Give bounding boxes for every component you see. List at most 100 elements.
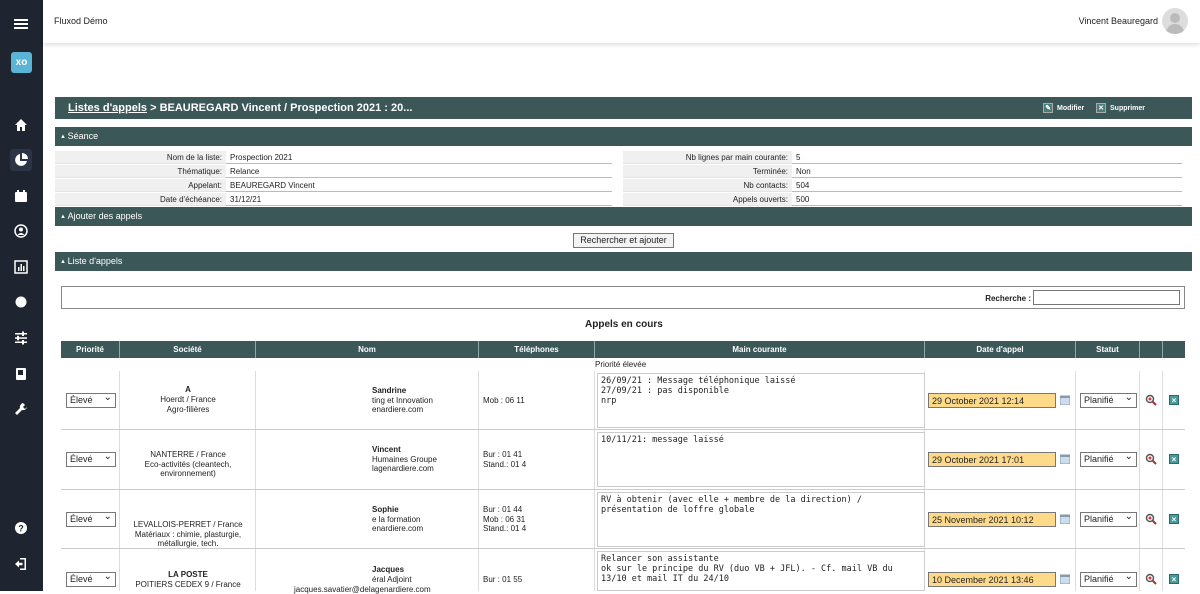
magnifier-icon[interactable] — [1145, 573, 1157, 585]
status-select[interactable]: Planifié — [1080, 451, 1137, 467]
priority-select[interactable]: Élevé — [66, 392, 116, 408]
magnifier-icon[interactable] — [1145, 513, 1157, 525]
info-value: Prospection 2021 — [226, 151, 612, 164]
cell-action-view — [1140, 430, 1163, 489]
avatar[interactable] — [1162, 8, 1188, 34]
app-logo[interactable]: xo — [11, 52, 32, 73]
cell-action-delete: × — [1163, 549, 1185, 591]
societe-location: LEVALLOIS-PERRET / France — [133, 520, 243, 529]
cell-telephones: Mob : 06 11 — [479, 371, 595, 429]
svg-text:?: ? — [18, 524, 24, 534]
bar-chart-icon[interactable] — [10, 256, 32, 278]
societe-sector: Agro-filières — [166, 405, 210, 414]
societe-name: LA POSTE — [168, 570, 208, 579]
cell-nom: Sophie e la formation enardiere.com — [256, 490, 479, 548]
search-add-button[interactable]: Rechercher et ajouter — [573, 233, 674, 248]
cell-action-view — [1140, 490, 1163, 548]
col-nom[interactable]: Nom — [256, 341, 479, 358]
col-main-courante[interactable]: Main courante — [595, 341, 925, 358]
table-header: Priorité Société Nom Téléphones Main cou… — [61, 341, 1185, 358]
col-date-appel[interactable]: Date d'appel — [925, 341, 1076, 358]
col-statut[interactable]: Statut — [1076, 341, 1140, 358]
info-row: Terminée: Non — [623, 165, 1182, 178]
pie-chart-icon[interactable] — [10, 149, 32, 171]
section-seance[interactable]: Séance — [55, 127, 1192, 146]
contact-icon[interactable] — [10, 220, 32, 242]
phone[interactable]: Mob : 06 31 — [483, 515, 525, 524]
phone[interactable]: Bur : 01 41 — [483, 450, 522, 459]
priority-select[interactable]: Élevé — [66, 571, 116, 587]
edit-icon: ✎ — [1043, 103, 1053, 113]
section-liste[interactable]: Liste d'appels — [55, 252, 1192, 271]
page-title: Listes d'appels > BEAUREGARD Vincent / P… — [68, 102, 412, 114]
col-societe[interactable]: Société — [120, 341, 256, 358]
cell-priorite: Élevé — [61, 549, 120, 591]
cell-main-courante: 26/09/21 : Message téléphonique laissé 2… — [595, 371, 925, 429]
cell-statut: Planifié — [1076, 371, 1140, 429]
delete-row-icon[interactable]: × — [1169, 395, 1179, 405]
search-label: Recherche : — [985, 294, 1031, 303]
menu-icon[interactable] — [10, 13, 32, 35]
cell-action-delete: × — [1163, 430, 1185, 489]
col-telephones[interactable]: Téléphones — [479, 341, 595, 358]
societe-sector-2: métallurgie, tech. — [157, 539, 219, 548]
status-select[interactable]: Planifié — [1080, 392, 1137, 408]
delete-row-icon[interactable]: × — [1169, 514, 1179, 524]
search-input[interactable] — [1033, 290, 1180, 305]
help-icon[interactable]: ? — [10, 517, 32, 539]
cell-main-courante: RV à obtenir (avec elle + membre de la d… — [595, 490, 925, 548]
phone[interactable]: Mob : 06 11 — [483, 396, 525, 405]
calendar-icon[interactable] — [1059, 454, 1071, 465]
page-title-bar: Listes d'appels > BEAUREGARD Vincent / P… — [55, 97, 1192, 119]
user-name[interactable]: Vincent Beauregard — [1079, 16, 1158, 26]
calendar-icon[interactable] — [10, 185, 32, 207]
info-label: Thématique: — [55, 165, 226, 178]
phone[interactable]: Bur : 01 55 — [483, 575, 522, 584]
info-value: Non — [792, 165, 1182, 178]
breadcrumb-listes-link[interactable]: Listes d'appels — [68, 102, 147, 114]
info-label: Nb contacts: — [623, 179, 792, 192]
calendar-icon[interactable] — [1059, 514, 1071, 525]
wrench-icon[interactable] — [10, 398, 32, 420]
date-input[interactable]: 25 November 2021 10:12 — [928, 512, 1056, 527]
section-ajouter[interactable]: Ajouter des appels — [55, 207, 1192, 226]
date-input[interactable]: 29 October 2021 17:01 — [928, 452, 1056, 467]
cell-action-delete: × — [1163, 490, 1185, 548]
info-label: Appels ouverts: — [623, 193, 792, 206]
status-select[interactable]: Planifié — [1080, 571, 1137, 587]
date-input[interactable]: 10 December 2021 13:46 — [928, 572, 1056, 587]
date-input[interactable]: 29 October 2021 12:14 — [928, 393, 1056, 408]
book-icon[interactable] — [10, 363, 32, 385]
calendar-icon[interactable] — [1059, 395, 1071, 406]
societe-location: NANTERRE / France — [150, 450, 226, 459]
priority-select[interactable]: Élevé — [66, 511, 116, 527]
table-row: Élevé A Hoerdt / France Agro-filières Sa… — [61, 371, 1185, 430]
main-courante-textarea[interactable]: 10/11/21: message laissé — [597, 432, 925, 487]
gear-icon[interactable] — [10, 291, 32, 313]
phone[interactable]: Bur : 01 44 — [483, 505, 522, 514]
magnifier-icon[interactable] — [1145, 394, 1157, 406]
table-row: Élevé LEVALLOIS-PERRET / France Matériau… — [61, 490, 1185, 549]
phone[interactable]: Stand.: 01 4 — [483, 460, 526, 469]
logout-icon[interactable] — [10, 553, 32, 575]
col-priorite[interactable]: Priorité — [61, 341, 120, 358]
main-courante-textarea[interactable]: Relancer son assistante ok sur le princi… — [597, 551, 925, 591]
delete-row-icon[interactable]: × — [1169, 454, 1179, 464]
delete-button[interactable]: ✕ Supprimer — [1096, 103, 1145, 113]
cell-action-delete: × — [1163, 371, 1185, 429]
magnifier-icon[interactable] — [1145, 453, 1157, 465]
home-icon[interactable] — [10, 114, 32, 136]
priority-select[interactable]: Élevé — [66, 451, 116, 467]
societe-location: POITIERS CEDEX 9 / France — [135, 580, 241, 589]
sliders-icon[interactable] — [10, 327, 32, 349]
status-select[interactable]: Planifié — [1080, 511, 1137, 527]
main-courante-textarea[interactable]: RV à obtenir (avec elle + membre de la d… — [597, 492, 925, 547]
delete-row-icon[interactable]: × — [1169, 574, 1179, 584]
phone[interactable]: Stand.: 01 4 — [483, 524, 526, 533]
main-courante-textarea[interactable]: 26/09/21 : Message téléphonique laissé 2… — [597, 373, 925, 428]
appels-title: Appels en cours — [585, 319, 663, 330]
calendar-icon[interactable] — [1059, 574, 1071, 585]
info-row: Nom de la liste: Prospection 2021 — [55, 151, 612, 164]
modify-button[interactable]: ✎ Modifier — [1043, 103, 1084, 113]
info-value: 504 — [792, 179, 1182, 192]
